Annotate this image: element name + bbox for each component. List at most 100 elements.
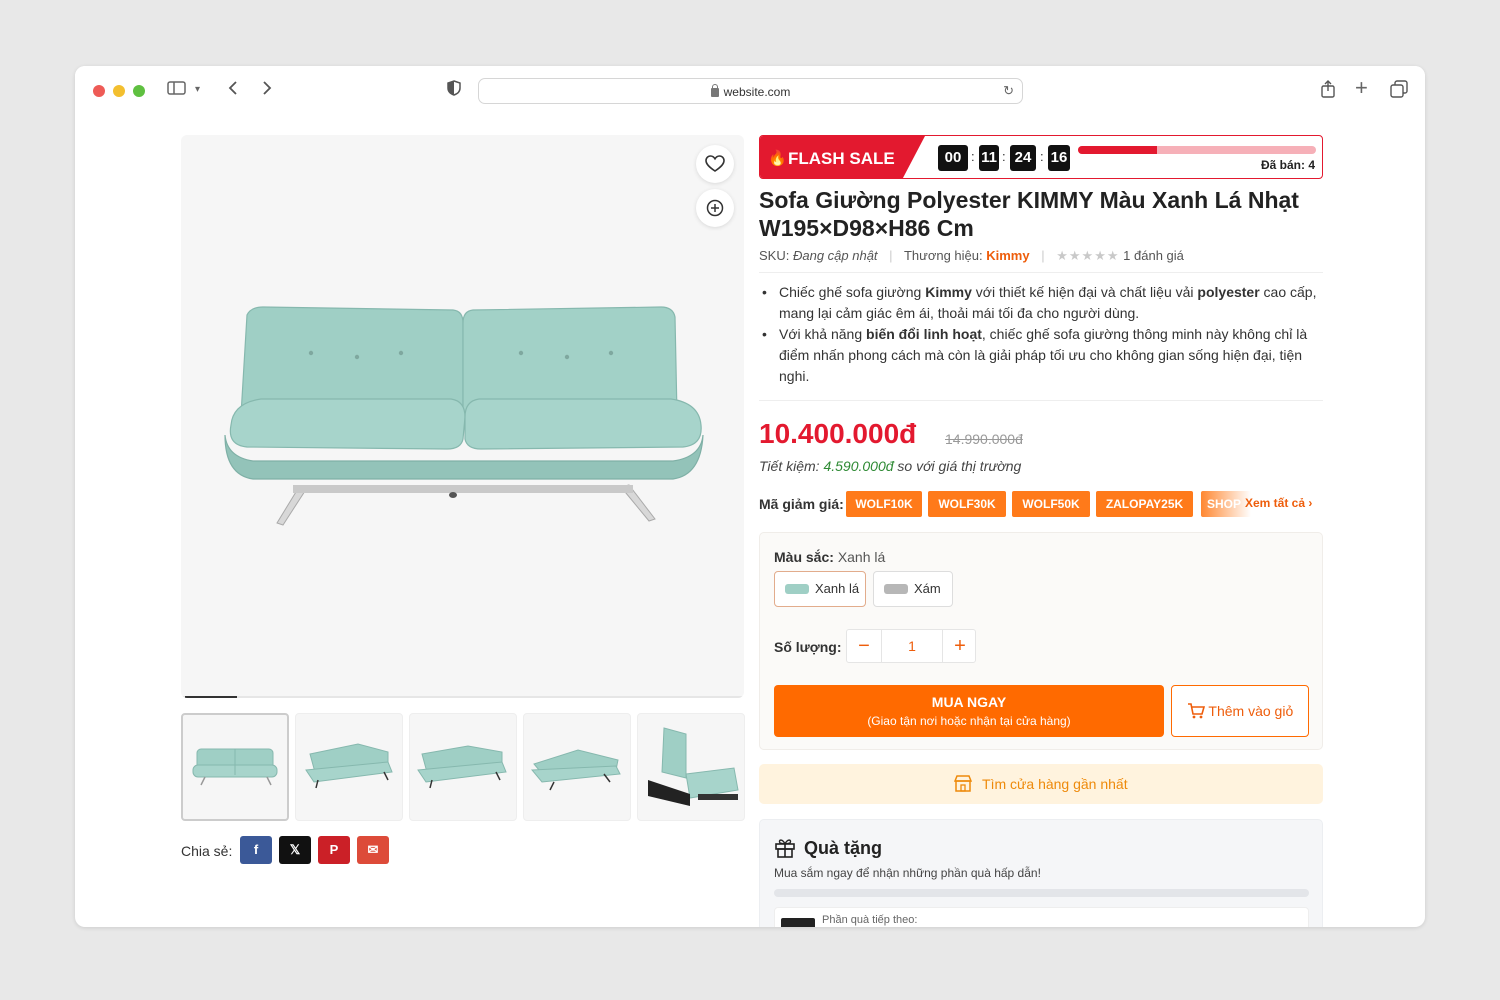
- tabs-overview-icon[interactable]: [1390, 80, 1408, 100]
- selected-color-value: Xanh lá: [837, 549, 886, 565]
- buy-now-button[interactable]: MUA NGAY (Giao tận nơi hoặc nhận tại cửa…: [774, 685, 1164, 737]
- gift-progress-bar: [774, 889, 1309, 897]
- image-slider-track: [181, 696, 744, 698]
- new-tab-icon[interactable]: +: [1355, 77, 1368, 99]
- decrease-quantity-button[interactable]: −: [847, 630, 881, 662]
- flash-sale-label: FLASH SALE: [788, 149, 895, 168]
- gift-panel: Quà tặng Mua sắm ngay để nhận những phần…: [759, 819, 1323, 927]
- product-description: Chiếc ghế sofa giường Kimmy với thiết kế…: [759, 282, 1319, 387]
- wishlist-button[interactable]: [696, 145, 734, 183]
- swatch-label: Xanh lá: [815, 581, 860, 596]
- see-all-label: Xem tất cả: [1245, 496, 1306, 510]
- coupon-chip[interactable]: ZALOPAY25K: [1096, 491, 1193, 517]
- brand-link[interactable]: Kimmy: [986, 248, 1029, 263]
- sold-count: Đã bán: 4: [1260, 158, 1315, 172]
- back-arrow-icon[interactable]: [227, 80, 239, 100]
- coupon-chip[interactable]: WOLF50K: [1012, 491, 1090, 517]
- saving-prefix: Tiết kiệm:: [759, 458, 824, 474]
- countdown-minutes: 24: [1010, 145, 1036, 171]
- add-to-cart-label: Thêm vào giỏ: [1208, 703, 1294, 719]
- desc-text: với thiết kế hiện đại và chất liệu vải: [971, 284, 1198, 300]
- next-gift-label: Phần quà tiếp theo:: [822, 914, 918, 926]
- thumbnail-2[interactable]: [295, 713, 403, 821]
- desc-highlight: Kimmy: [925, 284, 972, 300]
- countdown-seconds: 16: [1048, 145, 1070, 171]
- store-icon: [954, 775, 982, 792]
- saving-text: Tiết kiệm: 4.590.000đ so với giá thị trư…: [759, 458, 1021, 474]
- zoom-button[interactable]: [696, 189, 734, 227]
- divider: [759, 400, 1323, 401]
- swatch-label: Xám: [914, 581, 941, 596]
- desc-highlight: polyester: [1197, 284, 1260, 300]
- desc-text: Với khả năng: [779, 326, 867, 342]
- coupon-label: Mã giảm giá:: [759, 496, 844, 512]
- purchase-options-panel: Màu sắc: Xanh lá Xanh lá Xám Số lượng: −…: [759, 532, 1323, 750]
- description-item: Chiếc ghế sofa giường Kimmy với thiết kế…: [759, 282, 1319, 324]
- sold-progress-fill: [1078, 146, 1157, 154]
- see-all-coupons-link[interactable]: Xem tất cả ›: [1245, 496, 1312, 510]
- minimize-window-button[interactable]: [113, 85, 125, 97]
- sidebar-toggle-icon[interactable]: [167, 80, 187, 100]
- browser-toolbar: ▾ website.com ↻ +: [75, 66, 1425, 114]
- lock-icon: [710, 84, 719, 97]
- chevron-down-icon[interactable]: ▾: [195, 80, 200, 100]
- meta-divider: |: [889, 248, 893, 263]
- address-bar[interactable]: website.com ↻: [478, 78, 1023, 104]
- zoom-window-button[interactable]: [133, 85, 145, 97]
- privacy-shield-icon[interactable]: [447, 80, 461, 100]
- cart-icon: [1187, 703, 1209, 719]
- gift-subtitle: Mua sắm ngay để nhận những phần quà hấp …: [774, 866, 1041, 880]
- saving-suffix: so với giá thị trường: [893, 458, 1022, 474]
- increase-quantity-button[interactable]: +: [943, 630, 977, 662]
- share-pinterest-button[interactable]: P: [318, 836, 350, 864]
- brand-label: Thương hiệu:: [903, 248, 983, 263]
- close-window-button[interactable]: [93, 85, 105, 97]
- color-swatch-xam[interactable]: Xám: [873, 571, 953, 607]
- countdown-separator: :: [1040, 149, 1044, 164]
- description-item: Với khả năng biến đổi linh hoạt, chiếc g…: [759, 324, 1319, 387]
- thumbnail-5[interactable]: [637, 713, 745, 821]
- sofa-image: [224, 306, 704, 526]
- share-facebook-button[interactable]: f: [240, 836, 272, 864]
- flame-icon: 🔥: [768, 150, 787, 167]
- find-store-label: Tìm cửa hàng gần nhất: [982, 776, 1128, 792]
- main-product-image[interactable]: [181, 135, 744, 698]
- buy-now-sublabel: (Giao tận nơi hoặc nhận tại cửa hàng): [867, 714, 1071, 728]
- review-count-link[interactable]: 1 đánh giá: [1123, 248, 1184, 263]
- quantity-stepper: − 1 +: [846, 629, 976, 663]
- current-price: 10.400.000đ: [759, 418, 917, 449]
- flash-sale-banner: 🔥 FLASH SALE 00 : 11 : 24 : 16 Đã bán: 4: [759, 135, 1323, 179]
- thumbnail-1[interactable]: [181, 713, 289, 821]
- quantity-input[interactable]: 1: [881, 630, 943, 662]
- color-label-text: Màu sắc:: [774, 549, 834, 565]
- reload-icon[interactable]: ↻: [1003, 83, 1014, 99]
- find-store-button[interactable]: Tìm cửa hàng gần nhất: [759, 764, 1323, 804]
- next-gift-card: Phần quà tiếp theo:: [774, 907, 1309, 927]
- url-value: website.com: [723, 85, 791, 99]
- countdown-separator: :: [1002, 149, 1006, 164]
- forward-arrow-icon[interactable]: [261, 80, 273, 100]
- share-email-button[interactable]: ✉: [357, 836, 389, 864]
- share-x-button[interactable]: 𝕏: [279, 836, 311, 864]
- countdown-hours: 11: [979, 145, 999, 171]
- heart-icon: [705, 155, 725, 178]
- share-icon[interactable]: [1320, 80, 1336, 100]
- chevron-right-icon: ›: [1308, 496, 1313, 510]
- sold-progress-bar: [1078, 146, 1316, 154]
- thumbnail-3[interactable]: [409, 713, 517, 821]
- gift-title: Quà tặng: [804, 838, 883, 858]
- quantity-label: Số lượng:: [774, 639, 842, 655]
- meta-divider: |: [1041, 248, 1045, 263]
- divider: [759, 272, 1323, 273]
- sofa-swatch-icon: [884, 584, 908, 594]
- coupon-chip-truncated[interactable]: SHOP: [1201, 491, 1251, 517]
- countdown-separator: :: [971, 149, 975, 164]
- add-to-cart-button[interactable]: Thêm vào giỏ: [1171, 685, 1309, 737]
- thumbnail-4[interactable]: [523, 713, 631, 821]
- browser-window: ▾ website.com ↻ + Chia sẻ: f 𝕏 P ✉ 🔥 FLA…: [75, 66, 1425, 927]
- color-swatch-xanh-la[interactable]: Xanh lá: [774, 571, 866, 607]
- coupon-chip[interactable]: WOLF30K: [928, 491, 1006, 517]
- coupon-chip[interactable]: WOLF10K: [846, 491, 922, 517]
- pinterest-icon: P: [329, 842, 339, 857]
- sku-label: SKU:: [759, 248, 790, 263]
